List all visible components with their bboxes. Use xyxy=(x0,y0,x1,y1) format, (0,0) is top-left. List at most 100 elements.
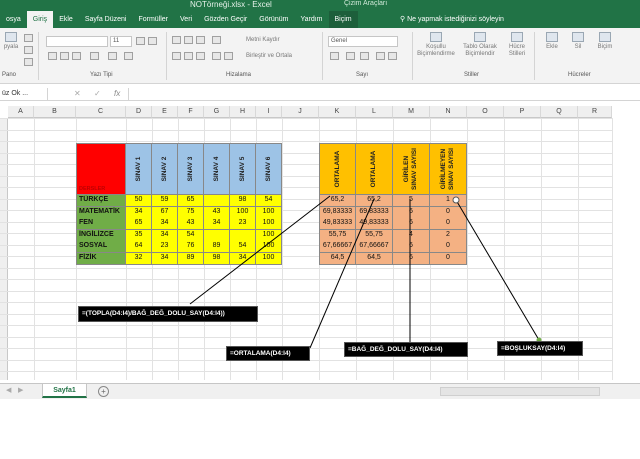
stat-cell[interactable]: 65,2 xyxy=(319,195,356,207)
delete-cells-button[interactable]: Sil xyxy=(566,32,590,51)
insert-cells-button[interactable]: Ekle xyxy=(540,32,564,51)
column-header-g[interactable]: G xyxy=(204,106,230,118)
score-cell[interactable]: 100 xyxy=(256,253,282,265)
font-size-box[interactable]: 11 xyxy=(110,36,132,47)
align-center-icon[interactable] xyxy=(184,52,193,60)
currency-icon[interactable] xyxy=(330,52,339,60)
table-row-label[interactable]: TÜRKÇE xyxy=(76,195,126,207)
stat-cell[interactable]: 6 xyxy=(393,253,430,265)
align-bottom-icon[interactable] xyxy=(196,36,205,44)
column-header-o[interactable]: O xyxy=(467,106,504,118)
score-cell[interactable]: 34 xyxy=(204,218,230,230)
score-cell[interactable]: 54 xyxy=(230,241,256,253)
column-header-b[interactable]: B xyxy=(34,106,76,118)
tab-page-layout[interactable]: Sayfa Düzeni xyxy=(79,11,133,28)
stat-cell[interactable]: 64,5 xyxy=(319,253,356,265)
column-header-i[interactable]: I xyxy=(256,106,282,118)
exam-header-4[interactable]: SINAV 4 xyxy=(204,143,230,195)
stat-cell[interactable]: 67,66667 xyxy=(319,241,356,253)
enter-icon[interactable]: ✓ xyxy=(94,88,101,100)
tab-review[interactable]: Gözden Geçir xyxy=(198,11,253,28)
tab-data[interactable]: Veri xyxy=(174,11,198,28)
stat-cell[interactable]: 49,83333 xyxy=(356,218,393,230)
horizontal-scrollbar[interactable] xyxy=(440,387,600,396)
format-as-table-button[interactable]: Tablo Olarak Biçimlendir xyxy=(460,32,500,58)
score-cell[interactable]: 98 xyxy=(230,195,256,207)
tab-formulas[interactable]: Formüller xyxy=(132,11,174,28)
score-cell[interactable]: 43 xyxy=(178,218,204,230)
tab-format[interactable]: Biçim xyxy=(328,11,358,28)
table-row-label[interactable]: SOSYAL xyxy=(76,241,126,253)
tab-view[interactable]: Görünüm xyxy=(253,11,294,28)
column-header-m[interactable]: M xyxy=(393,106,430,118)
table-row-label[interactable]: FEN xyxy=(76,218,126,230)
score-cell[interactable]: 100 xyxy=(256,218,282,230)
score-cell[interactable]: 89 xyxy=(204,241,230,253)
orientation-icon[interactable] xyxy=(212,36,221,44)
decrease-indent-icon[interactable] xyxy=(212,52,221,60)
exam-header-2[interactable]: SINAV 2 xyxy=(152,143,178,195)
comma-icon[interactable] xyxy=(360,52,369,60)
stat-cell[interactable]: 0 xyxy=(430,241,467,253)
row-headers[interactable] xyxy=(0,118,8,380)
column-header-r[interactable]: R xyxy=(578,106,612,118)
align-right-icon[interactable] xyxy=(196,52,205,60)
score-cell[interactable]: 54 xyxy=(256,195,282,207)
merge-center-button[interactable]: Birleştir ve Ortala xyxy=(246,53,292,60)
stat-cell[interactable]: 0 xyxy=(430,253,467,265)
score-cell[interactable]: 23 xyxy=(230,218,256,230)
align-left-icon[interactable] xyxy=(172,52,181,60)
score-cell[interactable]: 23 xyxy=(152,241,178,253)
score-cell[interactable]: 98 xyxy=(204,253,230,265)
column-header-l[interactable]: L xyxy=(356,106,393,118)
stat-cell[interactable]: 64,5 xyxy=(356,253,393,265)
column-header-h[interactable]: H xyxy=(230,106,256,118)
cell-styles-button[interactable]: Hücre Stilleri xyxy=(504,32,530,58)
stat-cell[interactable]: 49,83333 xyxy=(319,218,356,230)
formula-input[interactable] xyxy=(128,88,640,100)
grow-font-icon[interactable] xyxy=(136,37,145,45)
stat-header-taken[interactable]: GİRİLEN SINAV SAYISI xyxy=(393,143,430,195)
exam-header-3[interactable]: SINAV 3 xyxy=(178,143,204,195)
tab-home[interactable]: Giriş xyxy=(26,11,54,28)
align-top-icon[interactable] xyxy=(172,36,181,44)
exam-header-5[interactable]: SINAV 5 xyxy=(230,143,256,195)
column-header-n[interactable]: N xyxy=(430,106,467,118)
fill-color-icon[interactable] xyxy=(108,52,117,60)
prev-sheet-icon[interactable]: ◀ xyxy=(6,386,11,394)
score-cell[interactable]: 34 xyxy=(152,218,178,230)
tab-insert[interactable]: Ekle xyxy=(53,11,79,28)
stat-cell[interactable]: 6 xyxy=(393,241,430,253)
stat-cell[interactable]: 5 xyxy=(393,195,430,207)
note-bagdeg[interactable]: =BAĞ_DEĞ_DOLU_SAY(D4:I4) xyxy=(344,342,468,357)
score-cell[interactable] xyxy=(204,195,230,207)
decrease-decimal-icon[interactable] xyxy=(388,52,397,60)
cancel-icon[interactable]: ✕ xyxy=(74,88,81,100)
score-cell[interactable]: 32 xyxy=(126,253,152,265)
increase-indent-icon[interactable] xyxy=(224,52,233,60)
column-header-q[interactable]: Q xyxy=(541,106,578,118)
percent-icon[interactable] xyxy=(346,52,355,60)
corner-header-cell[interactable]: DERSLER xyxy=(76,143,126,195)
bold-icon[interactable] xyxy=(48,52,57,60)
conditional-formatting-button[interactable]: Koşullu Biçimlendirme xyxy=(416,32,456,58)
stat-cell[interactable]: 6 xyxy=(393,218,430,230)
column-header-c[interactable]: C xyxy=(76,106,126,118)
borders-icon[interactable] xyxy=(90,52,99,60)
score-cell[interactable]: 76 xyxy=(178,241,204,253)
exam-header-1[interactable]: SINAV 1 xyxy=(126,143,152,195)
score-cell[interactable]: 100 xyxy=(256,241,282,253)
score-cell[interactable]: 65 xyxy=(126,218,152,230)
note-ortalama[interactable]: =ORTALAMA(D4:I4) xyxy=(226,346,310,361)
tell-me-search[interactable]: ⚲ Ne yapmak istediğinizi söyleyin xyxy=(400,15,504,23)
font-color-icon[interactable] xyxy=(124,52,133,60)
score-cell[interactable]: 34 xyxy=(152,253,178,265)
column-header-k[interactable]: K xyxy=(319,106,356,118)
stat-cell[interactable]: 65,2 xyxy=(356,195,393,207)
add-sheet-icon[interactable]: + xyxy=(98,386,109,397)
shrink-font-icon[interactable] xyxy=(148,37,157,45)
stat-header-missed[interactable]: GİRİLMEYEN SINAV SAYISI xyxy=(430,143,467,195)
sheet-tab-sayfa1[interactable]: Sayfa1 xyxy=(42,384,87,398)
note-bosluk[interactable]: =BOŞLUKSAY(D4:I4) xyxy=(497,341,583,356)
italic-icon[interactable] xyxy=(60,52,69,60)
